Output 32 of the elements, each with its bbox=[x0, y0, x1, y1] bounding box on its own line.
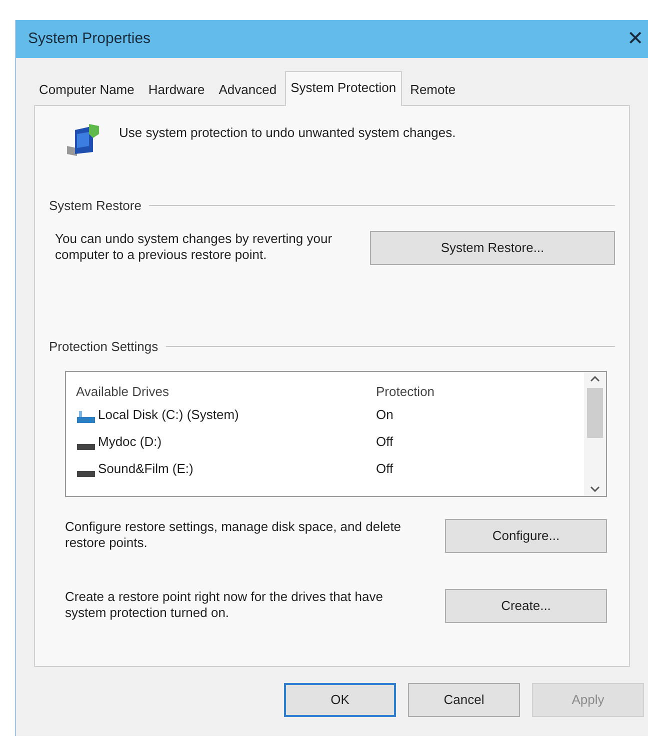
intro-text: Use system protection to undo unwanted system changes. bbox=[119, 124, 456, 142]
protection-status: Off bbox=[376, 460, 394, 478]
drive-row[interactable]: Local Disk (C:) (System) On bbox=[76, 401, 584, 428]
scrollbar-thumb[interactable] bbox=[587, 388, 603, 438]
scroll-down-icon[interactable] bbox=[590, 486, 600, 492]
scroll-up-icon[interactable] bbox=[590, 376, 600, 382]
drive-icon bbox=[76, 470, 96, 478]
protection-status: Off bbox=[376, 432, 394, 451]
system-drive-icon bbox=[76, 410, 96, 424]
system-restore-text: You can undo system changes by reverting your computer to a previous restore point. bbox=[55, 231, 334, 263]
dialog-button[interactable]: Cancel bbox=[408, 682, 520, 716]
scrollbar[interactable] bbox=[584, 372, 606, 496]
drive-name: Mydoc (D:) bbox=[98, 432, 162, 451]
action-description: Create a restore point right now for the drives that have system protection turned on. bbox=[65, 588, 384, 620]
action-button[interactable]: Configure... bbox=[445, 518, 607, 552]
group-heading: System Restore bbox=[49, 196, 142, 215]
system-restore-button[interactable]: System Restore... bbox=[370, 231, 615, 265]
column-header: Protection bbox=[376, 382, 435, 400]
protection-status: On bbox=[376, 406, 394, 424]
drive-row[interactable]: Mydoc (D:) Off bbox=[76, 428, 584, 455]
group-heading: Protection Settings bbox=[49, 338, 158, 356]
dialog-button[interactable]: OK bbox=[284, 682, 396, 716]
action-button[interactable]: Create... bbox=[445, 588, 607, 622]
drive-name: Sound&Film (E:) bbox=[98, 460, 194, 478]
drive-row[interactable]: Sound&Film (E:) Off bbox=[76, 455, 584, 482]
close-button[interactable]: ✕ bbox=[627, 24, 644, 54]
drive-name: Local Disk (C:) (System) bbox=[98, 406, 239, 424]
window-title: System Properties bbox=[28, 28, 151, 49]
column-header: Available Drives bbox=[76, 382, 170, 400]
drive-icon bbox=[76, 443, 96, 452]
action-description: Configure restore settings, manage disk space, and delete restore points. bbox=[65, 518, 402, 550]
tab[interactable]: System Protection bbox=[284, 71, 402, 106]
